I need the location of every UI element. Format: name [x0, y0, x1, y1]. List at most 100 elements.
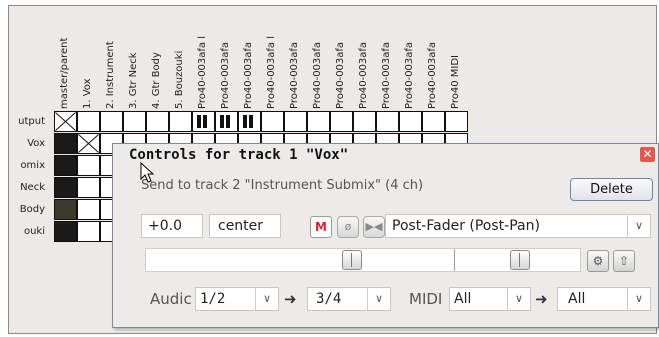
- routing-cell[interactable]: [238, 111, 261, 132]
- chevron-down-icon[interactable]: ∨: [627, 215, 650, 237]
- mono-stereo-icon[interactable]: ▶◀: [363, 216, 385, 238]
- midi-source-select[interactable]: All ∨: [449, 287, 531, 311]
- column-header: Pro40-003afa: [402, 11, 418, 111]
- up-arrow-icon[interactable]: ⇧: [613, 250, 635, 272]
- column-header: Pro40-003afa: [333, 11, 349, 111]
- column-header: Pro40-003afa: [310, 11, 326, 111]
- column-header-label: Pro40-003afa: [404, 41, 415, 109]
- meter-bar: [220, 115, 224, 128]
- routing-cell[interactable]: [77, 155, 100, 176]
- column-header-label: 2. Instrument: [105, 41, 116, 109]
- routing-cell[interactable]: [192, 111, 215, 132]
- routing-cell[interactable]: [54, 221, 77, 242]
- column-header-label: Pro40-003afa l: [266, 35, 277, 109]
- dialog-title-bar: Controls for track 1 "Vox" ✕: [113, 144, 658, 166]
- chevron-down-icon[interactable]: ∨: [367, 288, 390, 310]
- row-label: utput: [18, 116, 45, 127]
- column-header-label: Pro40-003afa: [243, 41, 254, 109]
- right-arrow-icon: ➜: [284, 290, 297, 308]
- pan-field[interactable]: center: [209, 214, 281, 238]
- right-arrow-icon: ➜: [535, 290, 548, 308]
- column-header-label: Pro40-003afa: [381, 41, 392, 109]
- delete-button[interactable]: Delete: [570, 178, 653, 201]
- column-header-label: Pro40-003afa: [335, 41, 346, 109]
- routing-cell[interactable]: [445, 111, 468, 132]
- chevron-down-icon[interactable]: ∨: [507, 288, 530, 310]
- routing-cell[interactable]: [376, 111, 399, 132]
- routing-cell[interactable]: [54, 199, 77, 220]
- routing-cell[interactable]: [353, 111, 376, 132]
- routing-cell[interactable]: [284, 111, 307, 132]
- chevron-down-icon[interactable]: ∨: [255, 288, 278, 310]
- volume-fader-knob[interactable]: [342, 250, 362, 270]
- audio-source-value: 1/2: [200, 291, 226, 307]
- audio-source-select[interactable]: 1/2 ∨: [195, 287, 279, 311]
- column-header: Pro40-003afa l: [195, 11, 211, 111]
- routing-cell[interactable]: [399, 111, 422, 132]
- column-header-label: Pro40-003afa: [312, 41, 323, 109]
- column-header: 3. Gtr Neck: [126, 11, 142, 111]
- meter-bar: [249, 115, 253, 128]
- row-label: Neck: [20, 182, 45, 193]
- midi-dest-value: All: [568, 291, 586, 307]
- phase-invert-icon[interactable]: ø: [337, 216, 359, 238]
- column-header-label: Pro40-003afa: [427, 41, 438, 109]
- routing-cell[interactable]: [54, 133, 77, 154]
- audio-dest-select[interactable]: 3/4 ∨: [307, 287, 391, 311]
- routing-cell[interactable]: [261, 111, 284, 132]
- routing-cell[interactable]: [77, 133, 100, 154]
- column-header: Pro40-003afa l: [264, 11, 280, 111]
- midi-source-value: All: [454, 291, 472, 307]
- routing-cell[interactable]: [100, 111, 123, 132]
- column-header-label: 3. Gtr Neck: [128, 52, 139, 109]
- midi-label: MIDI: [409, 290, 443, 308]
- column-header-label: master/parent: [59, 37, 70, 109]
- routing-cell[interactable]: [307, 111, 330, 132]
- audio-label: Audic: [150, 290, 192, 308]
- audio-dest-value: 3/4: [316, 291, 342, 307]
- meter-bar: [226, 115, 230, 128]
- volume-field[interactable]: +0.0: [141, 214, 203, 238]
- column-header-label: Pro40-003afa: [220, 41, 231, 109]
- routing-cell[interactable]: [77, 111, 100, 132]
- column-header-label: 4. Gtr Body: [151, 52, 162, 109]
- routing-cell[interactable]: [77, 199, 100, 220]
- mute-button[interactable]: M: [310, 216, 332, 238]
- send-mode-select[interactable]: Post-Fader (Post-Pan) ∨: [385, 214, 651, 238]
- row-label: Vox: [27, 138, 45, 149]
- column-header: Pro40-003afa: [356, 11, 372, 111]
- routing-cell[interactable]: [77, 177, 100, 198]
- column-header-label: 5. Bouzouki: [174, 50, 185, 109]
- routing-cell[interactable]: [169, 111, 192, 132]
- column-header: Pro40-003afa: [425, 11, 441, 111]
- fader-bar: [145, 248, 581, 272]
- midi-dest-select[interactable]: All ∨: [557, 287, 651, 311]
- routing-cell[interactable]: [330, 111, 353, 132]
- pan-fader-knob[interactable]: [510, 250, 530, 270]
- meter-bar: [203, 115, 207, 128]
- column-header: Pro40-003afa: [379, 11, 395, 111]
- close-icon[interactable]: ✕: [640, 147, 655, 162]
- mouse-cursor-icon: [140, 162, 155, 183]
- routing-cell[interactable]: [54, 155, 77, 176]
- fader-divider: [454, 249, 455, 271]
- column-header: master/parent: [57, 11, 73, 111]
- column-header: Pro40 MIDI: [448, 11, 464, 111]
- row-label: Body: [19, 204, 45, 215]
- column-header-label: 1. Vox: [82, 78, 93, 109]
- routing-cell[interactable]: [54, 177, 77, 198]
- routing-cell[interactable]: [215, 111, 238, 132]
- routing-cell[interactable]: [54, 111, 77, 132]
- chevron-down-icon[interactable]: ∨: [627, 288, 650, 310]
- routing-cell[interactable]: [77, 221, 100, 242]
- dialog-title: Controls for track 1 "Vox": [129, 147, 349, 163]
- row-label: omix: [20, 160, 45, 171]
- routing-cell[interactable]: [422, 111, 445, 132]
- routing-cell[interactable]: [146, 111, 169, 132]
- send-description: Send to track 2 "Instrument Submix" (4 c…: [141, 178, 424, 193]
- column-header: 1. Vox: [80, 11, 96, 111]
- envelope-icon[interactable]: ⚙: [587, 250, 609, 272]
- column-header: Pro40-003afa: [218, 11, 234, 111]
- send-mode-value: Post-Fader (Post-Pan): [392, 218, 540, 234]
- routing-cell[interactable]: [123, 111, 146, 132]
